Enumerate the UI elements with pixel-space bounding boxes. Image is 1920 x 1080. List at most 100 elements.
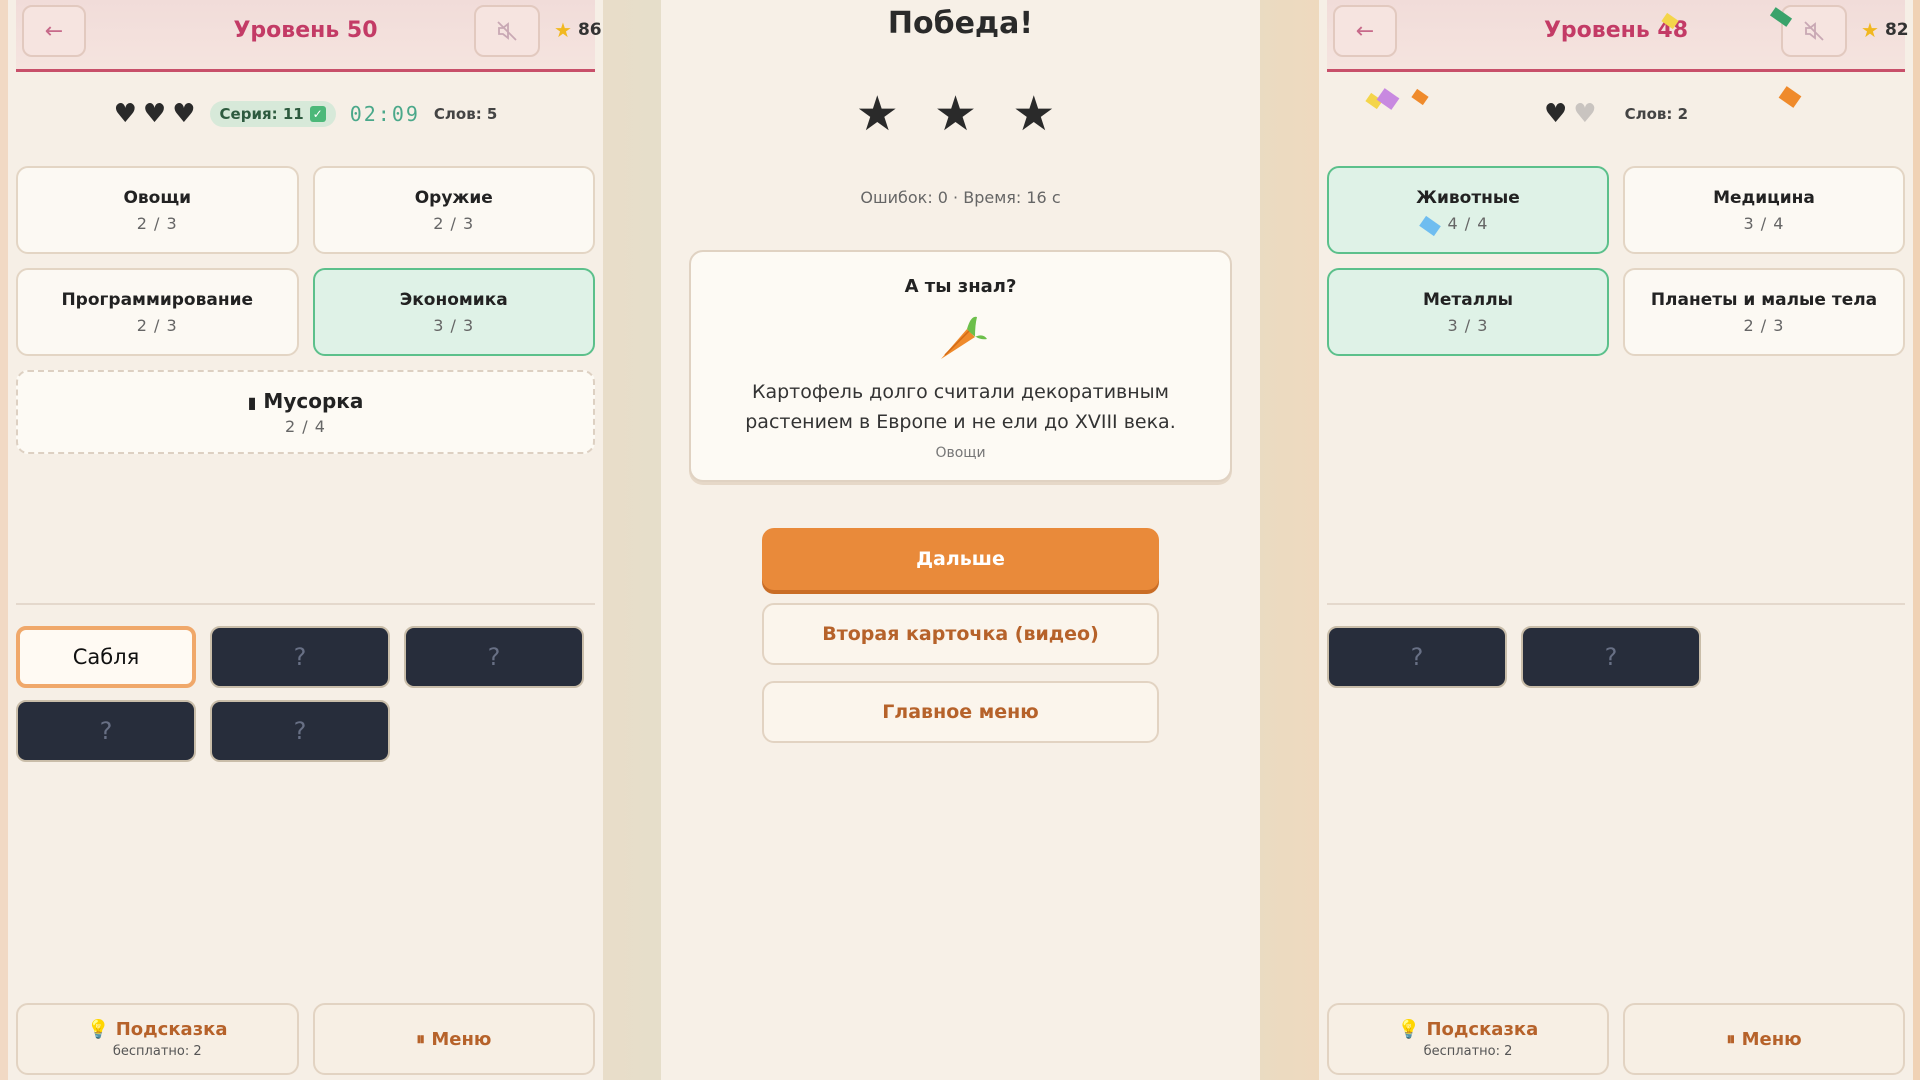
category-name: Овощи <box>123 187 192 208</box>
category-card[interactable]: Планеты и малые тела 2 / 3 <box>1623 268 1905 356</box>
category-count: 3 / 4 <box>1743 213 1785 233</box>
category-card[interactable]: Овощи 2 / 3 <box>16 166 299 254</box>
pause-icon: ⏸ <box>1726 1028 1736 1050</box>
streak-badge: Серия: 11 ✓ <box>209 101 336 127</box>
category-name: Программирование <box>61 289 254 310</box>
fact-title: А ты знал? <box>904 276 1017 297</box>
category-card[interactable]: Медицина 3 / 4 <box>1623 166 1905 254</box>
menu-button[interactable]: ⏸ Меню <box>1623 1003 1905 1075</box>
category-count: 4 / 4 <box>1447 213 1489 233</box>
category-count: 2 / 3 <box>1743 315 1785 335</box>
mute-button[interactable] <box>474 5 540 57</box>
mute-button[interactable] <box>1781 5 1847 57</box>
arrow-left-icon: ← <box>44 18 64 44</box>
hint-free-count: бесплатно: 2 <box>112 1044 202 1059</box>
timer: 02:09 <box>349 102 420 126</box>
hint-title: 💡 Подсказка <box>1398 1019 1539 1040</box>
category-grid: Животные 4 / 4 Медицина 3 / 4 Металлы 3 / 3… <box>1327 166 1905 356</box>
word-tiles: ? ? <box>1327 626 1905 688</box>
category-name: Оружие <box>414 187 493 208</box>
status-row: ♥ ♥ Слов: 2 <box>1319 96 1913 132</box>
star-balance: ★ 82 <box>1861 18 1909 42</box>
category-count: 3 / 3 <box>433 315 475 335</box>
menu-label: Меню <box>1741 1028 1802 1050</box>
trash-bin[interactable]: ▮ Мусорка 2 / 4 <box>16 370 595 454</box>
heart-empty-icon: ♥ <box>1573 99 1597 129</box>
star-count: 86 <box>577 20 602 40</box>
menu-button[interactable]: ⏸ Меню <box>312 1003 595 1075</box>
top-bar: ← Уровень 48 ★ 82 <box>1327 0 1909 72</box>
hint-label: Подсказка <box>1426 1019 1539 1040</box>
category-card[interactable]: Оружие 2 / 3 <box>312 166 595 254</box>
category-name: Металлы <box>1422 289 1514 310</box>
category-name: Экономика <box>399 289 508 310</box>
category-card[interactable]: Программирование 2 / 3 <box>16 268 299 356</box>
streak-label: Серия: 11 <box>219 105 304 123</box>
category-card-completed[interactable]: Экономика 3 / 3 <box>312 268 595 356</box>
hint-free-count: бесплатно: 2 <box>1423 1044 1513 1059</box>
carrot-icon <box>940 316 987 359</box>
hint-button[interactable]: 💡 Подсказка бесплатно: 2 <box>16 1003 299 1075</box>
result-stats: Ошибок: 0 · Время: 16 с <box>860 188 1061 207</box>
menu-label: Меню <box>431 1028 492 1050</box>
lives: ♥ ♥ <box>1544 99 1597 129</box>
lightbulb-icon: 💡 <box>1397 1019 1421 1040</box>
hint-title: 💡 Подсказка <box>87 1019 228 1040</box>
star-count: 82 <box>1884 20 1909 40</box>
rating-stars: ★ ★ ★ <box>855 86 1066 142</box>
heart-icon: ♥ <box>172 99 196 129</box>
bottom-actions: 💡 Подсказка бесплатно: 2 ⏸ Меню <box>16 1003 595 1075</box>
divider <box>16 603 595 605</box>
trash-label: Мусорка <box>263 388 364 413</box>
fact-category: Овощи <box>935 445 986 461</box>
game-panel-level-48: ← Уровень 48 ★ 82 ♥ ♥ Слов: 2 Животные 4 /… <box>1319 0 1913 1080</box>
word-tile-hidden[interactable]: ? <box>16 700 196 762</box>
lightbulb-icon: 💡 <box>86 1019 110 1040</box>
category-name: Животные <box>1416 187 1520 208</box>
word-tile[interactable]: Сабля <box>16 626 196 688</box>
star-icon: ★ <box>1861 18 1879 42</box>
word-tile-hidden[interactable]: ? <box>404 626 584 688</box>
star-balance: ★ 86 <box>554 18 602 42</box>
game-panel-level-50: ← Уровень 50 ★ 86 ♥ ♥ ♥ Серия: 11 ✓ 02:09 … <box>8 0 603 1080</box>
trash-icon: ▮ <box>247 392 257 412</box>
pause-icon: ⏸ <box>416 1028 426 1050</box>
menu-title: ⏸ Меню <box>1726 1029 1801 1050</box>
main-menu-button[interactable]: Главное меню <box>762 681 1159 743</box>
sound-muted-icon <box>1804 21 1824 41</box>
menu-title: ⏸ Меню <box>416 1029 491 1050</box>
category-card-completed[interactable]: Металлы 3 / 3 <box>1327 268 1609 356</box>
word-tile-hidden[interactable]: ? <box>210 626 390 688</box>
divider <box>1327 603 1905 605</box>
check-icon: ✓ <box>309 106 326 122</box>
word-tiles: Сабля ? ? ? ? <box>16 626 595 762</box>
fact-text: Картофель долго считали декоративным рас… <box>745 381 1176 433</box>
trash-title: ▮ Мусорка <box>248 389 364 413</box>
category-count: 2 / 3 <box>433 213 475 233</box>
top-bar: ← Уровень 50 ★ 86 <box>16 0 602 72</box>
victory-panel: Победа! ★ ★ ★ Ошибок: 0 · Время: 16 с А … <box>661 0 1260 1080</box>
back-button[interactable]: ← <box>22 5 86 57</box>
hint-button[interactable]: 💡 Подсказка бесплатно: 2 <box>1327 1003 1609 1075</box>
heart-icon: ♥ <box>113 99 137 129</box>
word-tile-hidden[interactable]: ? <box>1327 626 1507 688</box>
hint-label: Подсказка <box>115 1019 228 1040</box>
category-card-completed[interactable]: Животные 4 / 4 <box>1327 166 1609 254</box>
back-button[interactable]: ← <box>1333 5 1397 57</box>
bottom-actions: 💡 Подсказка бесплатно: 2 ⏸ Меню <box>1327 1003 1905 1075</box>
sound-muted-icon <box>497 21 517 41</box>
arrow-left-icon: ← <box>1355 18 1375 44</box>
status-row: ♥ ♥ ♥ Серия: 11 ✓ 02:09 Слов: 5 <box>8 96 603 132</box>
victory-title: Победа! <box>887 6 1034 41</box>
word-tile-hidden[interactable]: ? <box>210 700 390 762</box>
second-card-button[interactable]: Вторая карточка (видео) <box>762 603 1159 665</box>
lives: ♥ ♥ ♥ <box>114 99 196 129</box>
category-name: Медицина <box>1713 187 1815 208</box>
next-button[interactable]: Дальше <box>762 528 1159 590</box>
category-count: 2 / 3 <box>136 315 178 335</box>
trash-count: 2 / 4 <box>285 416 326 436</box>
word-tile-hidden[interactable]: ? <box>1521 626 1701 688</box>
category-count: 3 / 3 <box>1447 315 1489 335</box>
words-count: Слов: 2 <box>1624 105 1689 123</box>
category-count: 2 / 3 <box>136 213 178 233</box>
